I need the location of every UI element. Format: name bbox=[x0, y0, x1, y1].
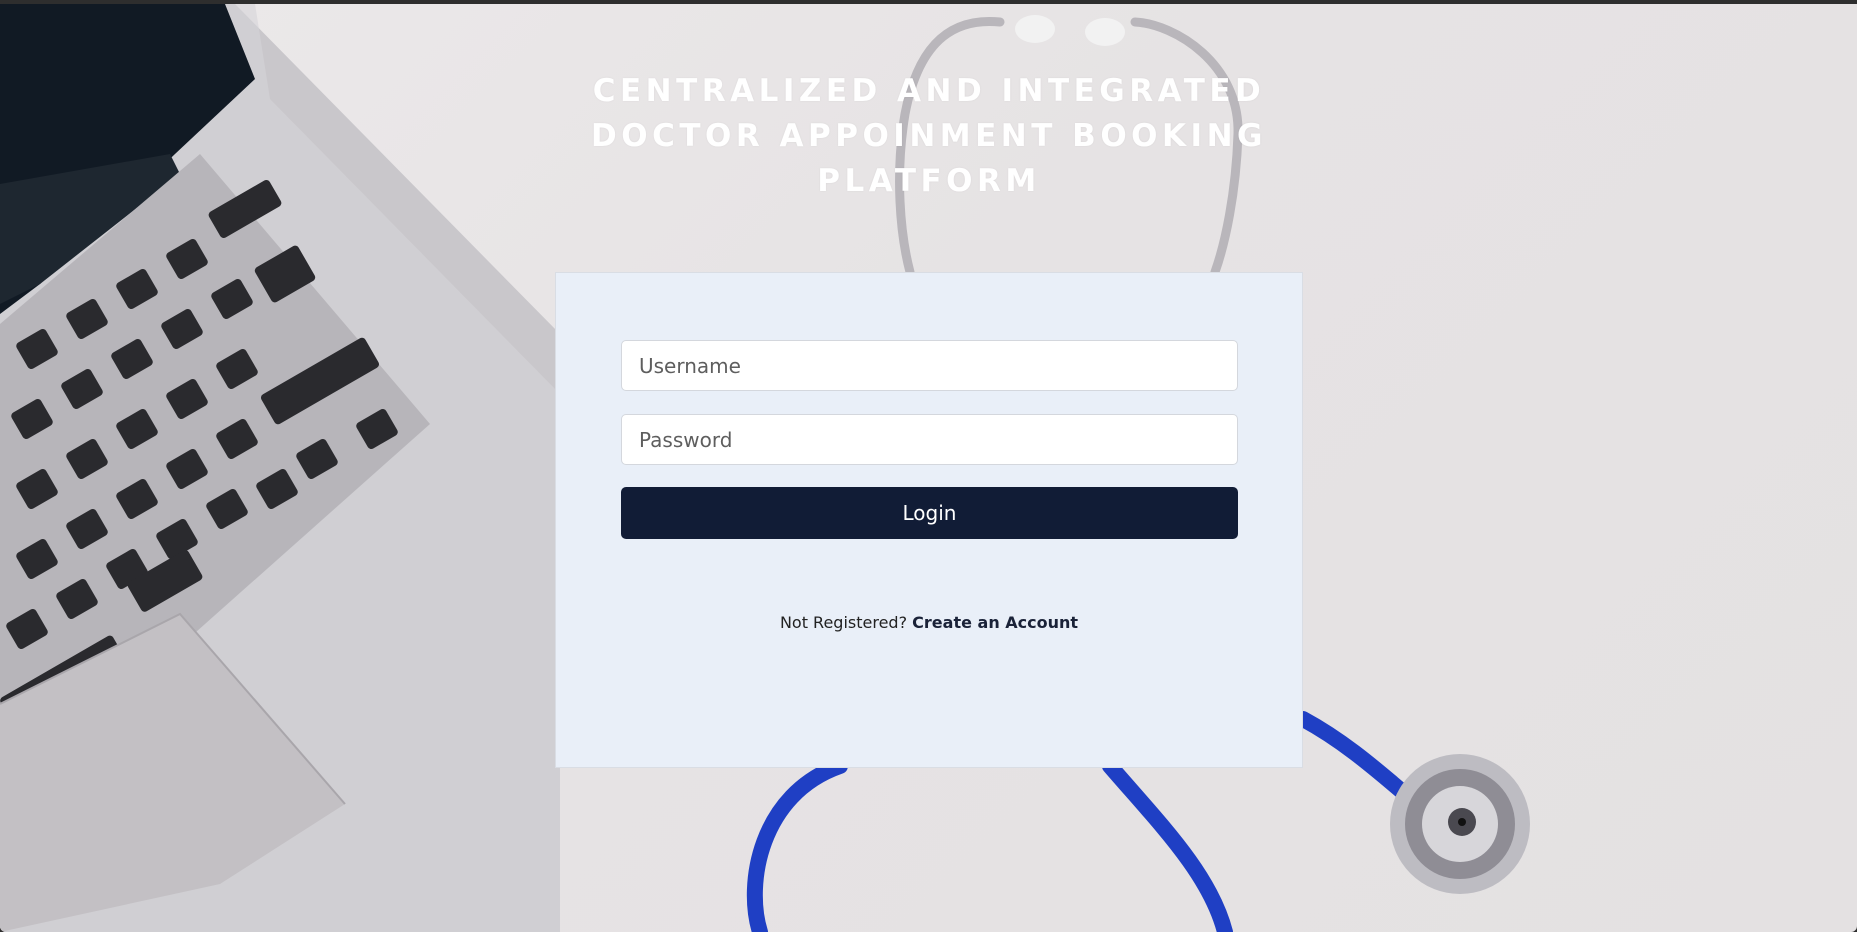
login-card: Login Not Registered? Create an Account bbox=[555, 272, 1303, 768]
create-account-link[interactable]: Create an Account bbox=[912, 613, 1078, 632]
title-line-2: DOCTOR APPOINMENT BOOKING bbox=[591, 118, 1267, 154]
username-input[interactable] bbox=[621, 340, 1238, 391]
page-title: CENTRALIZED AND INTEGRATED DOCTOR APPOIN… bbox=[560, 69, 1298, 204]
login-button[interactable]: Login bbox=[621, 487, 1238, 539]
register-prompt-text: Not Registered? bbox=[779, 613, 908, 632]
laptop-illustration bbox=[0, 4, 560, 932]
background-viewport: CENTRALIZED AND INTEGRATED DOCTOR APPOIN… bbox=[0, 4, 1857, 932]
register-prompt-line: Not Registered? Create an Account bbox=[556, 613, 1302, 632]
title-line-3: PLATFORM bbox=[817, 163, 1041, 199]
page: CENTRALIZED AND INTEGRATED DOCTOR APPOIN… bbox=[0, 0, 1857, 932]
title-line-1: CENTRALIZED AND INTEGRATED bbox=[592, 73, 1266, 109]
password-input[interactable] bbox=[621, 414, 1238, 465]
